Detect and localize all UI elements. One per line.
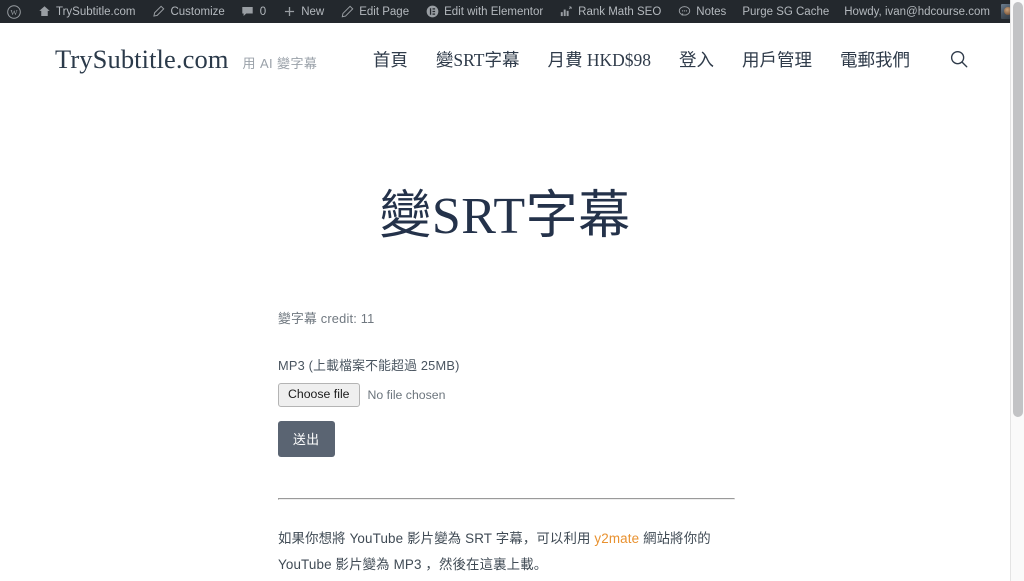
rank-math-icon [559, 5, 573, 19]
admin-bar-left-group: W TrySubtitle.com Customize 0 New Edit P… [0, 0, 837, 23]
comment-bubble-icon [241, 5, 255, 19]
subtitle-upload-form: 變字幕 credit: 11 MP3 (上載檔案不能超過 25MB) Choos… [0, 308, 1010, 458]
admin-bar-edit-page-label: Edit Page [359, 5, 410, 18]
paragraph1-before-text: 如果你想將 YouTube 影片變為 SRT 字幕，可以利用 [278, 531, 595, 547]
admin-bar-edit-page[interactable]: Edit Page [332, 0, 417, 23]
admin-bar-purge-sg-cache[interactable]: Purge SG Cache [734, 0, 837, 23]
site-branding[interactable]: TrySubtitle.com 用 AI 變字幕 [55, 44, 317, 75]
file-input-label: MP3 (上載檔案不能超過 25MB) [278, 358, 460, 373]
admin-bar-new[interactable]: New [274, 0, 332, 23]
admin-bar-notes[interactable]: Notes [669, 0, 734, 23]
admin-bar-site-name[interactable]: TrySubtitle.com [29, 0, 143, 23]
site-home-icon [37, 5, 51, 19]
admin-bar-purge-label: Purge SG Cache [742, 5, 830, 18]
credit-status-text: 變字幕 credit: 11 [278, 311, 375, 326]
admin-bar-comments[interactable]: 0 [233, 0, 274, 23]
nav-item-user-admin[interactable]: 用戶管理 [742, 47, 812, 72]
wordpress-logo-icon: W [7, 4, 21, 19]
wp-admin-bar: W TrySubtitle.com Customize 0 New Edit P… [0, 0, 1016, 23]
scrollbar-thumb[interactable] [1013, 2, 1023, 417]
help-paragraph-youtube: 如果你想將 YouTube 影片變為 SRT 字幕，可以利用 y2mate 網站… [278, 526, 730, 577]
admin-bar-wordpress-logo[interactable]: W [0, 0, 29, 23]
admin-bar-elementor-label: Edit with Elementor [444, 5, 544, 18]
admin-bar-edit-with-elementor[interactable]: Edit with Elementor [417, 0, 551, 23]
file-chosen-status: No file chosen [367, 388, 446, 403]
admin-bar-rank-math-seo[interactable]: Rank Math SEO [551, 0, 669, 23]
elementor-icon [425, 5, 439, 19]
admin-bar-my-account[interactable]: Howdy, ivan@hdcourse.com [837, 0, 1024, 23]
nav-item-login[interactable]: 登入 [679, 47, 714, 72]
admin-bar-howdy-label: Howdy, ivan@hdcourse.com [844, 5, 990, 18]
site-logo-text[interactable]: TrySubtitle.com [55, 44, 229, 75]
section-divider [278, 498, 735, 501]
choose-file-button[interactable]: Choose file [278, 383, 360, 408]
plus-icon [282, 5, 296, 19]
admin-bar-rank-math-label: Rank Math SEO [578, 5, 662, 18]
admin-bar-site-name-label: TrySubtitle.com [56, 5, 136, 18]
nav-item-contact[interactable]: 電郵我們 [840, 47, 910, 72]
site-header: TrySubtitle.com 用 AI 變字幕 首頁 變SRT字幕 月費 HK… [0, 23, 1010, 95]
submit-button[interactable]: 送出 [278, 421, 335, 458]
page-scrollbar[interactable] [1010, 0, 1024, 581]
svg-text:W: W [10, 7, 18, 16]
admin-bar-customize[interactable]: Customize [143, 0, 232, 23]
nav-item-home[interactable]: 首頁 [373, 47, 408, 72]
primary-navigation: 首頁 變SRT字幕 月費 HKD$98 登入 用戶管理 電郵我們 [373, 47, 970, 72]
page-title: 變SRT字幕 [379, 188, 631, 245]
nav-item-srt-subtitle[interactable]: 變SRT字幕 [436, 47, 520, 72]
admin-bar-notes-label: Notes [696, 5, 727, 18]
paintbrush-icon [151, 5, 165, 19]
admin-bar-customize-label: Customize [170, 5, 225, 18]
search-icon[interactable] [948, 48, 970, 70]
admin-bar-right-group: Howdy, ivan@hdcourse.com [837, 0, 1024, 23]
main-content: 變SRT字幕 變字幕 credit: 11 MP3 (上載檔案不能超過 25MB… [0, 173, 1010, 581]
site-tagline: 用 AI 變字幕 [242, 55, 318, 71]
admin-bar-comments-count: 0 [259, 5, 267, 18]
admin-bar-new-label: New [301, 5, 325, 18]
y2mate-link[interactable]: y2mate [594, 531, 639, 546]
pencil-icon [340, 5, 354, 19]
nav-item-pricing[interactable]: 月費 HKD$98 [547, 47, 651, 72]
notes-bubble-icon [677, 5, 691, 19]
file-input-row[interactable]: Choose file No file chosen [278, 383, 1010, 408]
